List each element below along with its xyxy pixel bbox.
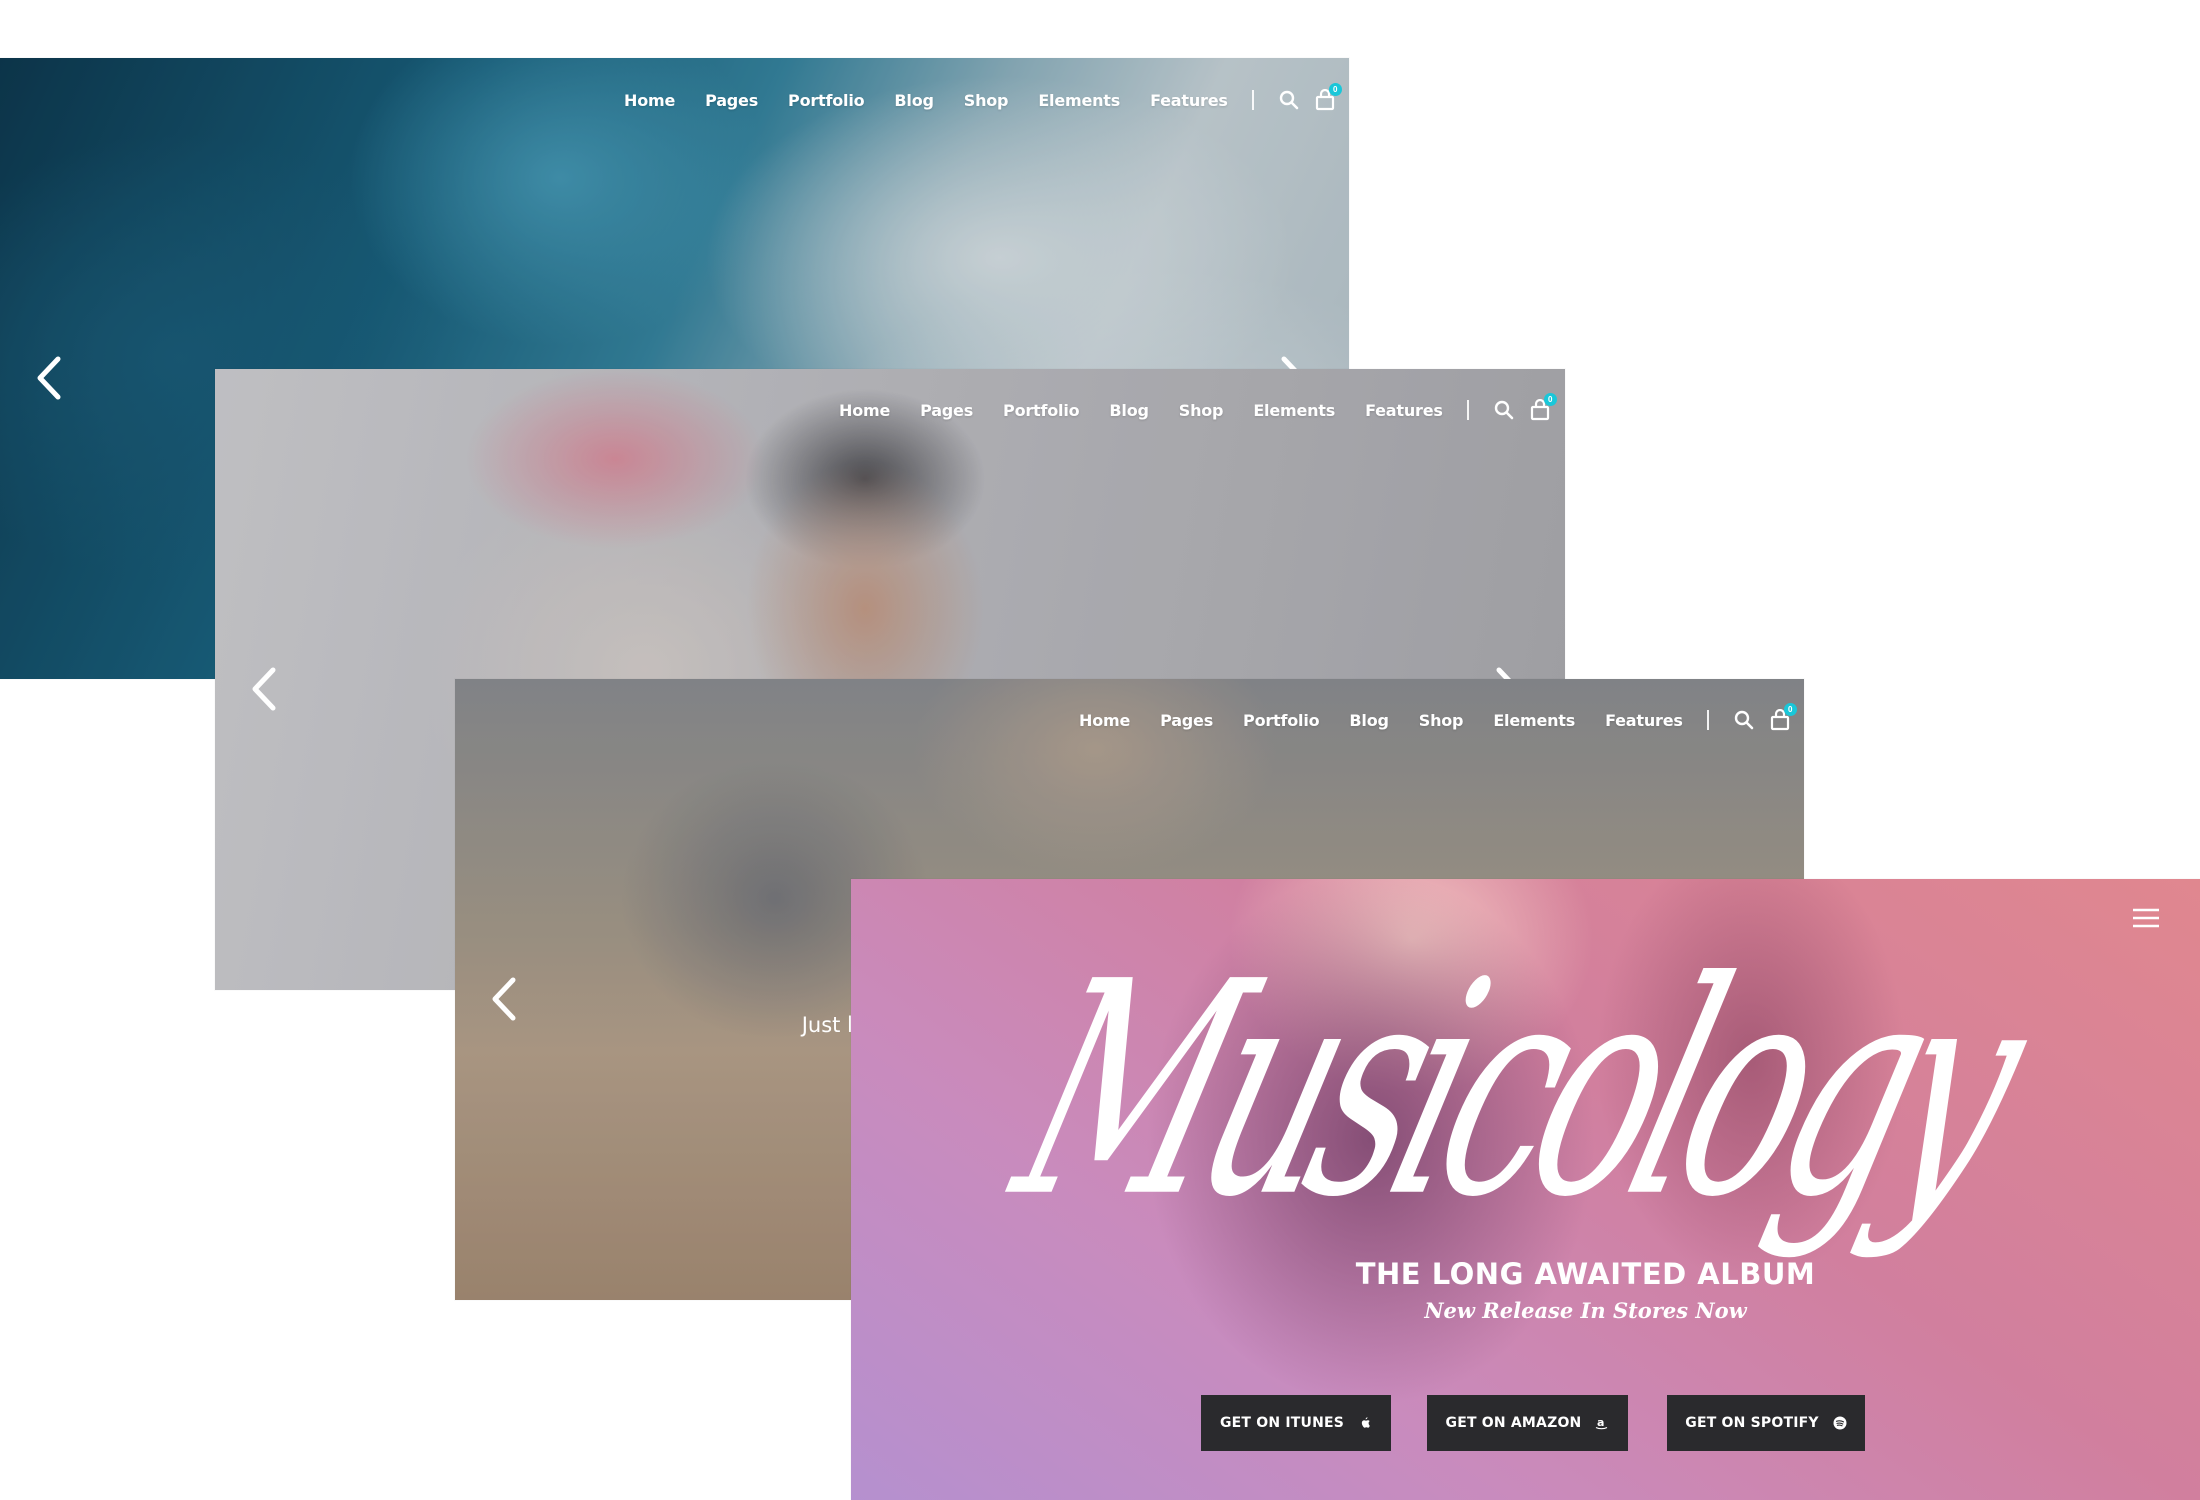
prev-slide-arrow[interactable] xyxy=(489,976,519,1022)
nav-divider xyxy=(1706,710,1709,730)
nav-bar: Home Pages Portfolio Blog Shop Elements … xyxy=(1079,698,1804,742)
search-icon[interactable] xyxy=(1493,399,1515,421)
nav-blog[interactable]: Blog xyxy=(1109,401,1149,420)
svg-text:a: a xyxy=(1597,1416,1605,1429)
album-title: THE LONG AWAITED ALBUM xyxy=(1355,1257,1816,1291)
get-on-itunes-button[interactable]: GET ON ITUNES xyxy=(1201,1395,1391,1451)
nav-blog[interactable]: Blog xyxy=(894,91,934,110)
spotify-button-label: GET ON SPOTIFY xyxy=(1685,1415,1819,1431)
nav-divider xyxy=(1251,90,1254,110)
nav-features[interactable]: Features xyxy=(1150,91,1228,110)
get-on-spotify-button[interactable]: GET ON SPOTIFY xyxy=(1667,1395,1865,1451)
cart-count-badge: 0 xyxy=(1328,83,1342,96)
nav-bar: Home Pages Portfolio Blog Shop Elements … xyxy=(624,78,1349,122)
cart-count-badge: 0 xyxy=(1543,393,1557,406)
nav-elements[interactable]: Elements xyxy=(1038,91,1120,110)
nav-pages[interactable]: Pages xyxy=(1160,711,1213,730)
nav-elements[interactable]: Elements xyxy=(1253,401,1335,420)
spotify-icon xyxy=(1833,1416,1847,1430)
search-icon[interactable] xyxy=(1733,709,1755,731)
nav-divider xyxy=(1466,400,1469,420)
apple-icon xyxy=(1361,1417,1370,1428)
nav-bar: Home Pages Portfolio Blog Shop Elements … xyxy=(839,388,1565,432)
album-subtitle: New Release In Stores Now xyxy=(1424,1298,1747,1323)
cart-icon[interactable]: 0 xyxy=(1769,703,1797,731)
nav-shop[interactable]: Shop xyxy=(1179,401,1224,420)
nav-pages[interactable]: Pages xyxy=(920,401,973,420)
nav-pages[interactable]: Pages xyxy=(705,91,758,110)
itunes-button-label: GET ON ITUNES xyxy=(1219,1415,1345,1431)
nav-portfolio[interactable]: Portfolio xyxy=(1243,711,1320,730)
nav-portfolio[interactable]: Portfolio xyxy=(1003,401,1080,420)
nav-home[interactable]: Home xyxy=(1079,711,1130,730)
amazon-icon: a xyxy=(1596,1416,1608,1430)
nav-features[interactable]: Features xyxy=(1365,401,1443,420)
nav-features[interactable]: Features xyxy=(1605,711,1683,730)
nav-home[interactable]: Home xyxy=(624,91,675,110)
slide-musicology: Musicology THE LONG AWAITED ALBUM New Re… xyxy=(851,879,2200,1500)
nav-elements[interactable]: Elements xyxy=(1493,711,1575,730)
nav-portfolio[interactable]: Portfolio xyxy=(788,91,865,110)
prev-slide-arrow[interactable] xyxy=(34,355,64,401)
prev-slide-arrow[interactable] xyxy=(249,666,279,712)
nav-blog[interactable]: Blog xyxy=(1349,711,1389,730)
get-on-amazon-button[interactable]: GET ON AMAZON a xyxy=(1427,1395,1628,1451)
nav-home[interactable]: Home xyxy=(839,401,890,420)
nav-shop[interactable]: Shop xyxy=(1419,711,1464,730)
hero-title: Musicology xyxy=(987,919,2047,1262)
menu-icon[interactable] xyxy=(2132,907,2160,929)
cart-count-badge: 0 xyxy=(1783,703,1797,716)
search-icon[interactable] xyxy=(1278,89,1300,111)
cart-icon[interactable]: 0 xyxy=(1529,393,1557,421)
amazon-button-label: GET ON AMAZON xyxy=(1445,1415,1582,1431)
nav-shop[interactable]: Shop xyxy=(964,91,1009,110)
cart-icon[interactable]: 0 xyxy=(1314,83,1342,111)
